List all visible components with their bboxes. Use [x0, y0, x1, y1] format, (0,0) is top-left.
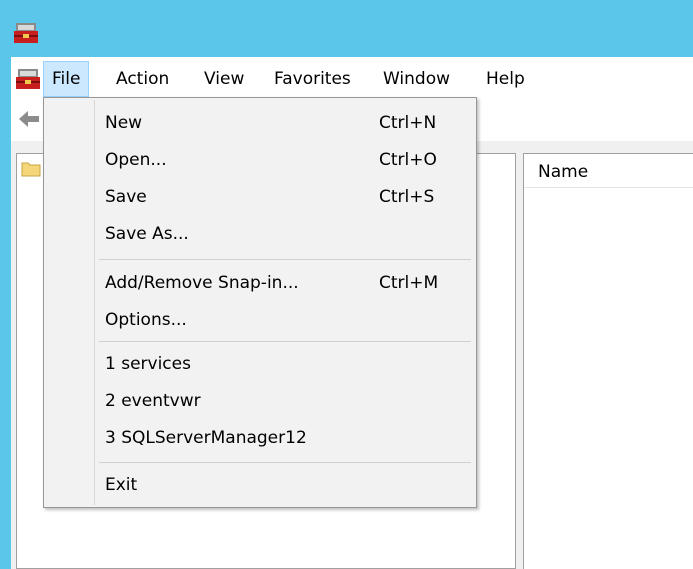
menu-item-label: 3 SQLServerManager12	[105, 428, 307, 448]
menu-item-label: Open...	[105, 150, 167, 170]
menu-item-new[interactable]: New Ctrl+N	[44, 105, 476, 142]
menu-item-label: Save As...	[105, 224, 189, 244]
menu-item-save-as[interactable]: Save As...	[44, 216, 476, 253]
menu-view[interactable]: View	[196, 61, 252, 97]
column-header-name[interactable]: Name	[524, 154, 693, 188]
menu-window[interactable]: Window	[375, 61, 458, 97]
menu-item-label: 2 eventvwr	[105, 391, 201, 411]
file-dropdown-menu: New Ctrl+N Open... Ctrl+O Save Ctrl+S Sa…	[43, 97, 477, 508]
back-arrow-icon[interactable]	[17, 109, 41, 129]
menu-item-label: Exit	[105, 475, 138, 495]
menu-file[interactable]: File	[43, 61, 90, 97]
menu-bar: File Action View Favorites Window Help	[11, 57, 693, 101]
menu-item-label: Save	[105, 187, 147, 207]
menu-item-recent-sqlservermanager[interactable]: 3 SQLServerManager12	[44, 420, 476, 457]
window-left-border	[0, 0, 11, 569]
mmc-toolbox-icon	[14, 23, 38, 43]
folder-icon[interactable]	[21, 160, 41, 177]
menu-item-open[interactable]: Open... Ctrl+O	[44, 142, 476, 179]
menu-item-options[interactable]: Options...	[44, 302, 476, 339]
title-bar[interactable]	[0, 0, 693, 57]
system-menu-icon[interactable]	[15, 66, 41, 92]
results-list-pane[interactable]: Name	[523, 153, 693, 569]
menu-help[interactable]: Help	[478, 61, 533, 97]
menu-item-recent-eventvwr[interactable]: 2 eventvwr	[44, 383, 476, 420]
menu-item-save[interactable]: Save Ctrl+S	[44, 179, 476, 216]
menu-separator	[99, 259, 471, 260]
menu-item-shortcut: Ctrl+N	[379, 113, 437, 133]
menu-item-add-remove-snap-in[interactable]: Add/Remove Snap-in... Ctrl+M	[44, 265, 476, 302]
menu-favorites[interactable]: Favorites	[266, 61, 359, 97]
menu-item-exit[interactable]: Exit	[44, 467, 476, 504]
menu-item-label: 1 services	[105, 354, 191, 374]
menu-separator	[99, 341, 471, 342]
menu-item-shortcut: Ctrl+S	[379, 187, 435, 207]
menu-item-label: New	[105, 113, 143, 133]
menu-item-shortcut: Ctrl+M	[379, 273, 439, 293]
menu-separator	[99, 462, 471, 463]
menu-action[interactable]: Action	[108, 61, 177, 97]
menu-item-label: Add/Remove Snap-in...	[105, 273, 299, 293]
menu-item-shortcut: Ctrl+O	[379, 150, 437, 170]
menu-item-label: Options...	[105, 310, 187, 330]
menu-item-recent-services[interactable]: 1 services	[44, 346, 476, 383]
mmc-window: File Action View Favorites Window Help N…	[0, 0, 693, 569]
